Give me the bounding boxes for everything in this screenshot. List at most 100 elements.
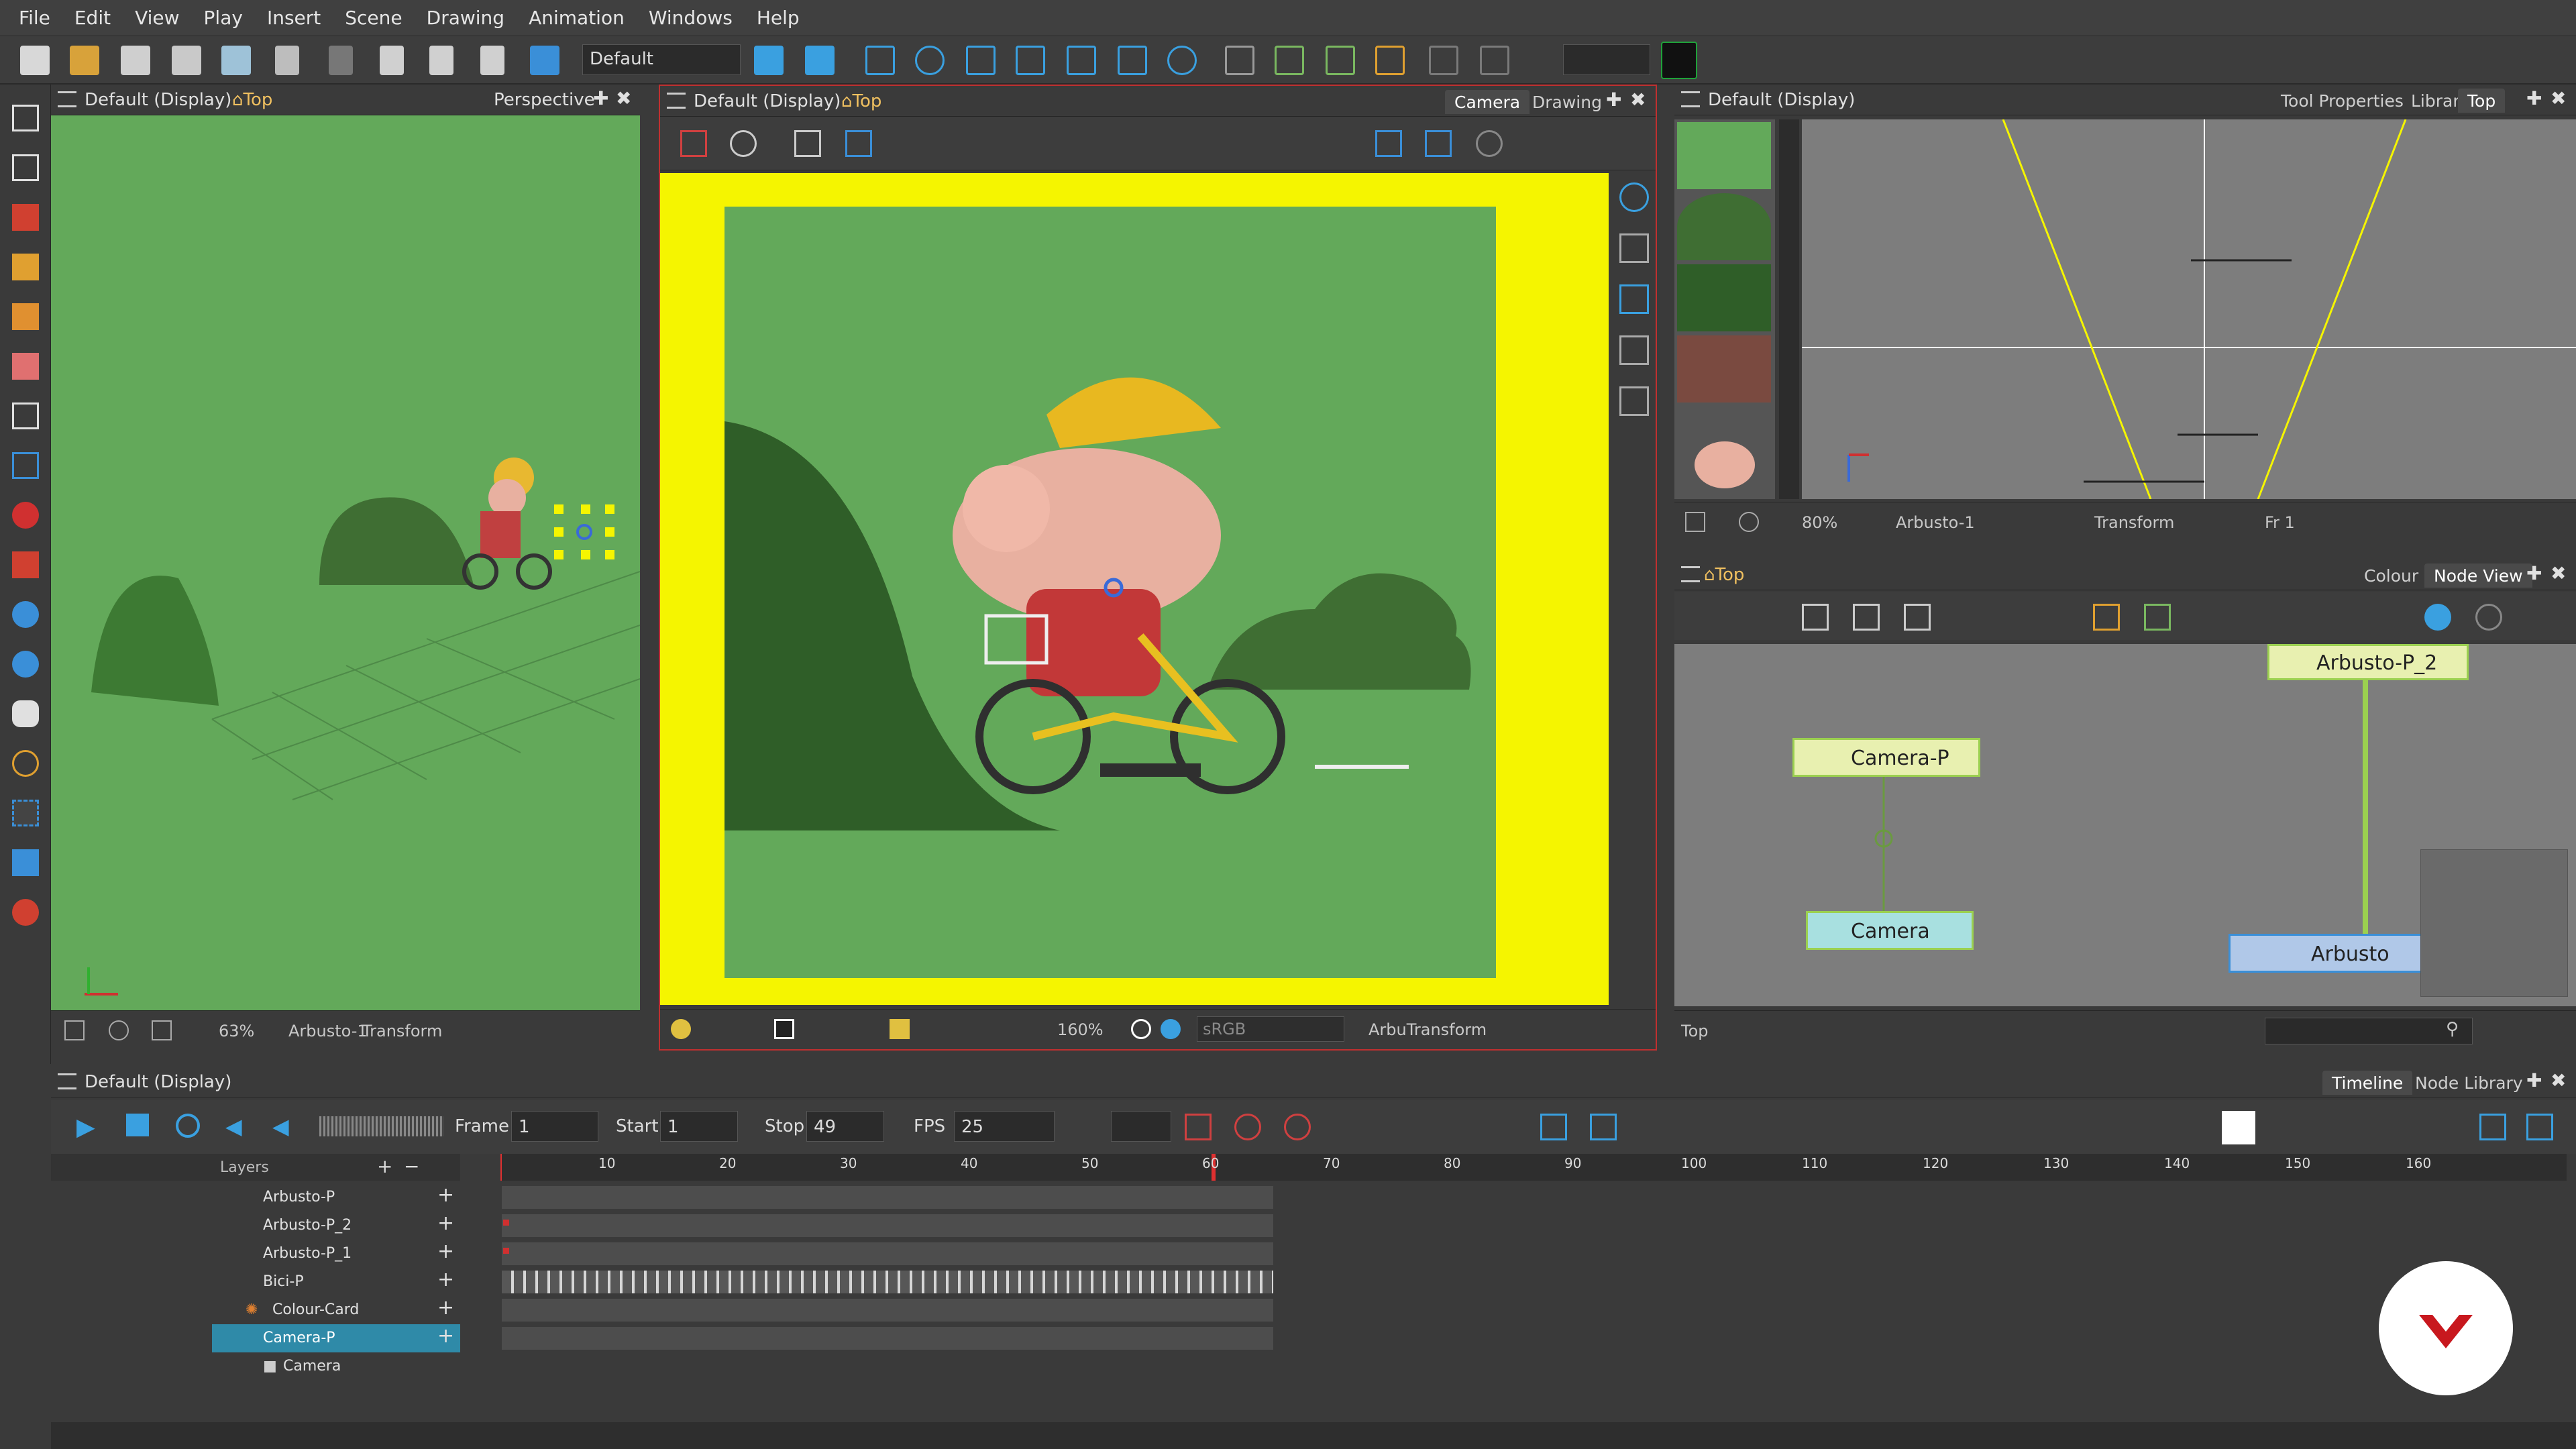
cells-arbusto-p[interactable]: [502, 1186, 1273, 1209]
layer-row[interactable]: Arbusto-P_2 +: [51, 1212, 460, 1240]
panel-menu-icon[interactable]: [667, 93, 686, 109]
node-canvas[interactable]: Camera-P Camera Arbusto-P_2 Arbusto: [1674, 644, 2576, 1006]
keyframe-marker[interactable]: [503, 1248, 509, 1254]
open-folder-icon[interactable]: [70, 46, 99, 75]
camera-frame[interactable]: [660, 173, 1609, 1005]
add-layer-icon[interactable]: +: [437, 1212, 454, 1235]
reset-rotation-icon[interactable]: [1739, 512, 1759, 532]
close-view-icon[interactable]: ✖: [2551, 87, 2566, 109]
rotate-view-icon[interactable]: [12, 651, 39, 678]
envelope-icon[interactable]: [1375, 46, 1405, 75]
menu-view[interactable]: View: [135, 7, 179, 29]
new-scene-icon[interactable]: [20, 46, 50, 75]
thumbnail-3[interactable]: [1677, 264, 1771, 331]
top-canvas[interactable]: [1802, 119, 2576, 500]
tab-node-view[interactable]: Node View: [2424, 564, 2532, 588]
add-layer-icon[interactable]: +: [377, 1155, 392, 1177]
menu-edit[interactable]: Edit: [74, 7, 111, 29]
tab-tool-properties[interactable]: Tool Properties: [2271, 89, 2413, 113]
add-layer-icon[interactable]: +: [437, 1240, 454, 1263]
spline-offset-icon[interactable]: [1118, 46, 1147, 75]
layer-light-table-icon[interactable]: [1619, 233, 1649, 263]
menu-help[interactable]: Help: [757, 7, 800, 29]
tab-colour[interactable]: Colour: [2355, 564, 2428, 588]
node-tool-5-icon[interactable]: [2144, 604, 2171, 631]
toolbar-dropdown[interactable]: [1563, 44, 1650, 75]
rigging-tool-icon[interactable]: [12, 750, 39, 777]
hand-tool-icon[interactable]: [12, 700, 39, 727]
play-icon[interactable]: ▶: [76, 1114, 95, 1141]
node-tool-2-icon[interactable]: [1853, 604, 1880, 631]
tab-node-library[interactable]: Node Library: [2406, 1071, 2532, 1095]
render-preview-icon[interactable]: [1161, 1019, 1181, 1039]
camera-canvas[interactable]: [724, 207, 1496, 978]
layer-current-icon[interactable]: [1619, 284, 1649, 314]
playhead[interactable]: [500, 1154, 502, 1181]
onion-skin-icon[interactable]: [680, 130, 707, 157]
select-tool-icon[interactable]: [12, 105, 39, 131]
node-settings-icon[interactable]: [2475, 604, 2502, 631]
rotate-layer-icon[interactable]: [915, 46, 945, 75]
reset-rotation-icon[interactable]: [109, 1020, 129, 1040]
display-select[interactable]: Default (Display): [85, 90, 231, 110]
maintain-size-icon[interactable]: [1067, 46, 1096, 75]
remove-layer-icon[interactable]: −: [404, 1155, 419, 1177]
tab-drawing[interactable]: Drawing: [1523, 90, 1611, 114]
settings-gear-icon[interactable]: [730, 130, 757, 157]
cells-bici-p[interactable]: [502, 1271, 1273, 1293]
thumbnail-1[interactable]: [1677, 122, 1771, 189]
display-select[interactable]: Default (Display): [694, 91, 841, 111]
add-view-icon[interactable]: ✚: [1606, 89, 1621, 111]
close-view-icon[interactable]: ✖: [2551, 562, 2566, 584]
add-layer-icon[interactable]: +: [437, 1296, 454, 1320]
paste-icon[interactable]: [480, 46, 504, 75]
close-view-icon[interactable]: ✖: [616, 87, 631, 109]
workspace-manager-icon[interactable]: [754, 46, 784, 75]
contour-editor-icon[interactable]: [12, 154, 39, 181]
preview-eye-icon[interactable]: [1619, 182, 1649, 212]
keyframe-marker[interactable]: [503, 1220, 509, 1226]
cells-arbusto-p2[interactable]: [502, 1214, 1273, 1237]
dropper-tool-icon[interactable]: [12, 551, 39, 578]
perspective-tab[interactable]: Perspective: [494, 90, 595, 110]
brush-tool-icon[interactable]: [12, 204, 39, 231]
reset-zoom-icon[interactable]: [152, 1020, 172, 1040]
pencil-tool-icon[interactable]: [12, 254, 39, 280]
add-layer-icon[interactable]: +: [437, 1183, 454, 1207]
add-keyframe-icon[interactable]: [1540, 1114, 1567, 1140]
peg-icon[interactable]: [1225, 46, 1254, 75]
zoom-level[interactable]: 80%: [1802, 513, 1837, 532]
frame-ruler[interactable]: 10 20 30 40 50 60 70 80 90 100 110 120 1…: [500, 1154, 2567, 1181]
safe-frame-icon[interactable]: [774, 1019, 794, 1039]
add-view-icon[interactable]: ✚: [2526, 87, 2542, 109]
remove-keyframe-icon[interactable]: [1326, 46, 1355, 75]
grid-snap-icon[interactable]: [1480, 46, 1509, 75]
thumbnail-4[interactable]: [1677, 335, 1771, 402]
timeline-scrollbar[interactable]: [51, 1422, 2576, 1449]
menu-scene[interactable]: Scene: [345, 7, 402, 29]
cells-arbusto-p1[interactable]: [502, 1242, 1273, 1265]
layer-row[interactable]: Arbusto-P +: [51, 1183, 460, 1212]
redo-icon[interactable]: [329, 46, 353, 75]
workspace-select[interactable]: Default: [582, 44, 741, 75]
display-select[interactable]: Default (Display): [85, 1072, 231, 1092]
zoom-level[interactable]: 63%: [219, 1022, 254, 1040]
import-icon[interactable]: [221, 46, 251, 75]
sound-icon[interactable]: ◀: [225, 1114, 242, 1139]
close-view-icon[interactable]: ✖: [2551, 1069, 2566, 1091]
copy-icon[interactable]: [429, 46, 453, 75]
menu-windows[interactable]: Windows: [649, 7, 733, 29]
panel-menu-icon[interactable]: [58, 91, 76, 107]
colorspace-select[interactable]: sRGB: [1197, 1016, 1344, 1042]
flip-icon[interactable]: [1375, 130, 1402, 157]
stop-input[interactable]: 49: [806, 1111, 884, 1142]
fps-select[interactable]: 25: [954, 1111, 1055, 1142]
display-select[interactable]: Default (Display): [1708, 90, 1855, 110]
light-table-icon[interactable]: [671, 1019, 691, 1039]
eraser-tool-icon[interactable]: [12, 353, 39, 380]
node-tool-1-icon[interactable]: [1802, 604, 1829, 631]
view-settings-icon[interactable]: [1476, 130, 1503, 157]
add-view-icon[interactable]: ✚: [2526, 1069, 2542, 1091]
remove-keyframe-icon[interactable]: [1590, 1114, 1617, 1140]
add-layer-icon[interactable]: +: [437, 1268, 454, 1291]
